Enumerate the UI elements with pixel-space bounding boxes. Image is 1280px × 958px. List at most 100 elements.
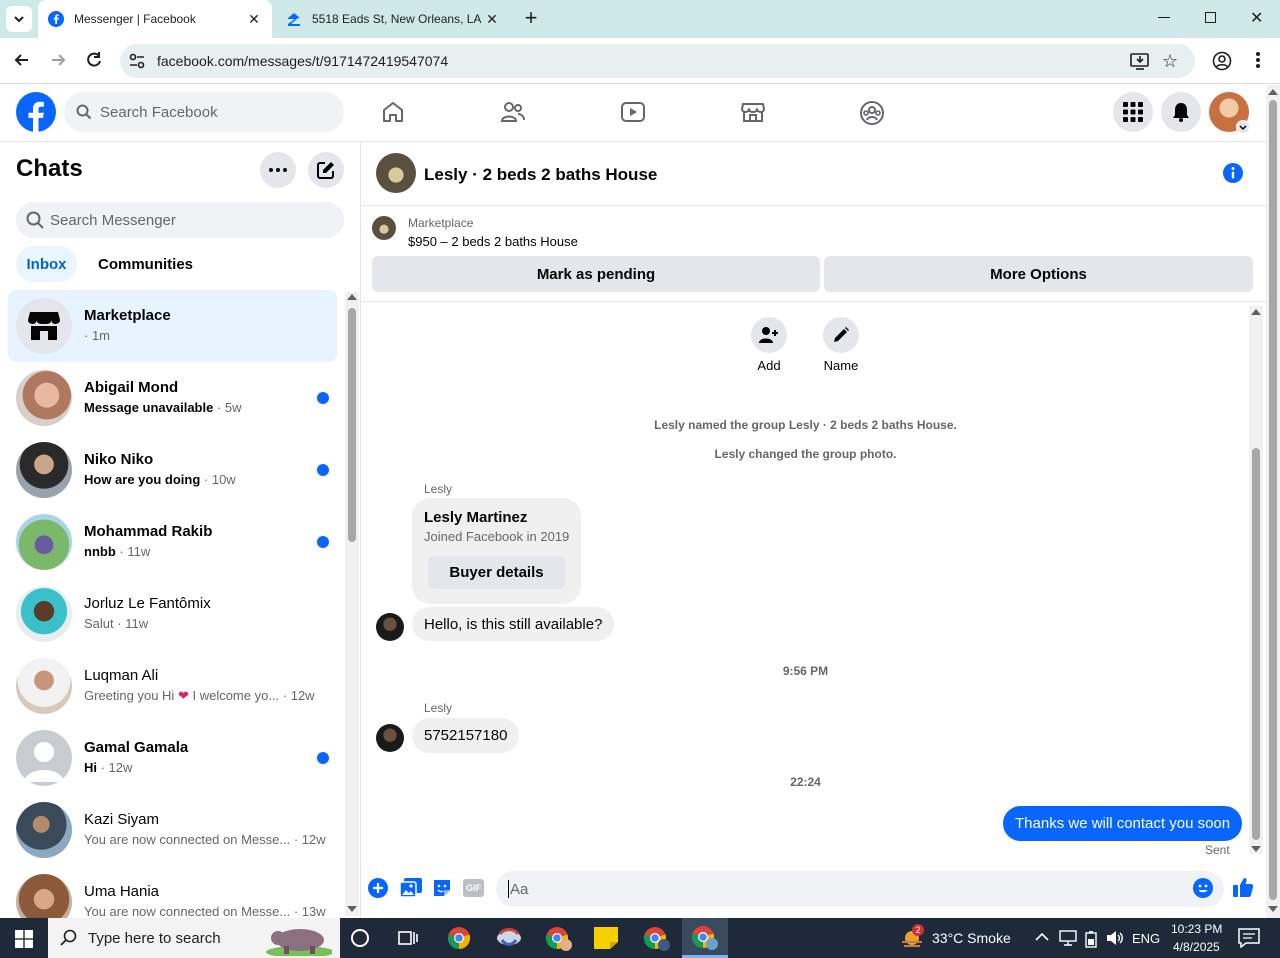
chrome-taskbar-icon[interactable] bbox=[447, 926, 471, 950]
system-message-photo-changed: Lesly changed the group photo. bbox=[714, 447, 897, 461]
scroll-up-arrow-icon[interactable] bbox=[1251, 309, 1261, 315]
close-tab-icon[interactable]: ✕ bbox=[246, 11, 262, 27]
close-window-icon[interactable]: ✕ bbox=[1250, 8, 1263, 28]
attach-photo-icon[interactable] bbox=[400, 878, 422, 898]
scroll-down-arrow-icon[interactable] bbox=[1268, 906, 1278, 912]
sender-avatar[interactable] bbox=[376, 724, 404, 752]
chat-item-kazi-siyam[interactable]: Kazi Siyam You are now connected on Mess… bbox=[8, 794, 337, 866]
chat-item-gamal-gamala[interactable]: Gamal Gamala Hi · 12w bbox=[8, 722, 337, 794]
bookmark-star-icon[interactable]: ☆ bbox=[1162, 51, 1178, 72]
cortana-icon[interactable] bbox=[351, 929, 369, 947]
group-photo-avatar[interactable] bbox=[376, 153, 416, 193]
tab-communities[interactable]: Communities bbox=[90, 246, 201, 282]
browser-menu-icon[interactable] bbox=[1256, 52, 1260, 68]
gif-icon[interactable]: GIF bbox=[463, 879, 484, 897]
listing-thumbnail[interactable] bbox=[372, 216, 396, 240]
message-bubble[interactable]: Hello, is this still available? bbox=[412, 607, 615, 641]
name-group-button[interactable] bbox=[823, 317, 859, 353]
chrome-active-taskbar-icon[interactable] bbox=[682, 918, 728, 958]
browser-tab-zillow[interactable]: 5518 Eads St, New Orleans, LA 7 ✕ bbox=[276, 0, 510, 38]
account-chevron-icon[interactable] bbox=[1236, 120, 1250, 134]
scroll-up-arrow-icon[interactable] bbox=[1268, 89, 1278, 95]
chat-name: Luqman Ali bbox=[84, 667, 159, 684]
chat-item-marketplace[interactable]: Marketplace · 1m bbox=[8, 290, 337, 362]
back-icon[interactable] bbox=[12, 50, 32, 70]
chat-item-jorluz[interactable]: Jorluz Le Fantômix Salut · 11w bbox=[8, 578, 337, 650]
more-actions-plus-icon[interactable] bbox=[368, 878, 388, 898]
listing-title[interactable]: $950 – 2 beds 2 baths House bbox=[408, 234, 578, 249]
new-tab-button[interactable]: + bbox=[520, 7, 542, 30]
sender-avatar[interactable] bbox=[376, 613, 404, 641]
video-nav-icon[interactable] bbox=[620, 100, 646, 124]
page-scroll-thumb[interactable] bbox=[1269, 100, 1277, 900]
reload-icon[interactable] bbox=[84, 50, 104, 70]
add-people-button[interactable] bbox=[751, 317, 787, 353]
groups-nav-icon[interactable] bbox=[859, 100, 885, 126]
menu-grid-button[interactable] bbox=[1113, 92, 1153, 132]
chat-item-uma-hania[interactable]: Uma Hania You are now connected on Messe… bbox=[8, 866, 337, 918]
chat-time: · 1m bbox=[84, 328, 110, 343]
chat-item-luqman-ali[interactable]: Luqman Ali Greeting you Hi ❤ I welcome y… bbox=[8, 650, 337, 722]
scroll-down-arrow-icon[interactable] bbox=[1251, 846, 1261, 852]
tab-inbox[interactable]: Inbox bbox=[16, 246, 77, 282]
chat-preview: You are now connected on Messe... · 12w bbox=[84, 832, 326, 847]
windows-start-icon[interactable] bbox=[15, 930, 33, 948]
chrome-profile2-taskbar-icon[interactable] bbox=[643, 926, 671, 952]
task-view-icon[interactable] bbox=[398, 929, 418, 947]
profile-icon[interactable] bbox=[1212, 51, 1232, 71]
url-text[interactable]: facebook.com/messages/t/9171472419547074 bbox=[157, 53, 448, 69]
minimize-window-icon[interactable] bbox=[1158, 17, 1170, 18]
chat-list-scroll-thumb[interactable] bbox=[348, 308, 356, 542]
sticker-icon[interactable] bbox=[432, 878, 452, 898]
sticky-notes-icon[interactable] bbox=[594, 927, 618, 949]
new-message-button[interactable] bbox=[308, 152, 344, 188]
mark-as-pending-button[interactable]: Mark as pending bbox=[372, 256, 820, 292]
message-bubble[interactable]: 5752157180 bbox=[412, 718, 520, 753]
scroll-down-arrow-icon[interactable] bbox=[347, 906, 357, 912]
conversation-scroll-thumb[interactable] bbox=[1252, 448, 1260, 840]
battery-icon[interactable] bbox=[1084, 930, 1098, 948]
facebook-logo[interactable] bbox=[16, 92, 56, 132]
notifications-button[interactable] bbox=[1161, 92, 1201, 132]
show-hidden-icons-chevron-icon[interactable] bbox=[1035, 932, 1049, 942]
tab-search-button[interactable] bbox=[6, 6, 32, 32]
conversation-info-icon[interactable] bbox=[1223, 163, 1243, 183]
install-app-icon[interactable] bbox=[1130, 52, 1150, 70]
more-options-button[interactable]: More Options bbox=[824, 256, 1253, 292]
close-tab-icon[interactable]: ✕ bbox=[484, 11, 500, 27]
search-icon bbox=[60, 929, 77, 946]
chat-item-abigail-mond[interactable]: Abigail Mond Message unavailable · 5w bbox=[8, 362, 337, 434]
chat-item-niko-niko[interactable]: Niko Niko How are you doing · 10w bbox=[8, 434, 337, 506]
my-message-bubble[interactable]: Thanks we will contact you soon bbox=[1003, 806, 1243, 841]
messenger-search-input[interactable]: Search Messenger bbox=[16, 202, 344, 238]
like-thumb-icon[interactable] bbox=[1232, 876, 1254, 898]
clock-date[interactable]: 4/8/2025 bbox=[1173, 940, 1220, 954]
chrome-profile-taskbar-icon[interactable] bbox=[545, 926, 573, 952]
scroll-up-arrow-icon[interactable] bbox=[347, 294, 357, 300]
emoji-icon[interactable] bbox=[1193, 878, 1213, 898]
chat-item-mohammad-rakib[interactable]: Mohammad Rakib nnbb · 11w bbox=[8, 506, 337, 578]
conversation-title[interactable]: Lesly · 2 beds 2 baths House bbox=[424, 165, 657, 185]
app-taskbar-icon[interactable] bbox=[496, 926, 522, 950]
site-info-icon[interactable] bbox=[128, 52, 146, 70]
weather-text[interactable]: 33°C Smoke bbox=[932, 930, 1011, 946]
notification-center-icon[interactable] bbox=[1238, 928, 1260, 948]
buyer-details-button[interactable]: Buyer details bbox=[428, 556, 565, 589]
facebook-search-input[interactable]: Search Facebook bbox=[64, 92, 344, 132]
chat-options-button[interactable] bbox=[260, 152, 296, 188]
network-icon[interactable] bbox=[1059, 930, 1077, 946]
clock-time[interactable]: 10:23 PM bbox=[1171, 922, 1222, 936]
message-input[interactable]: Aa bbox=[496, 871, 1224, 907]
chat-preview: Message unavailable · 5w bbox=[84, 400, 242, 415]
language-indicator[interactable]: ENG bbox=[1132, 931, 1160, 946]
volume-icon[interactable] bbox=[1106, 930, 1124, 946]
restore-window-icon[interactable] bbox=[1205, 12, 1216, 23]
sent-status: Sent bbox=[1205, 843, 1230, 857]
friends-nav-icon[interactable] bbox=[500, 100, 526, 124]
marketplace-nav-icon[interactable] bbox=[740, 100, 766, 124]
forward-icon[interactable] bbox=[48, 50, 68, 70]
cursor bbox=[508, 880, 509, 898]
zillow-favicon-icon bbox=[288, 13, 300, 26]
browser-tab-messenger[interactable]: Messenger | Facebook ✕ bbox=[38, 0, 272, 38]
home-nav-icon[interactable] bbox=[381, 100, 405, 124]
